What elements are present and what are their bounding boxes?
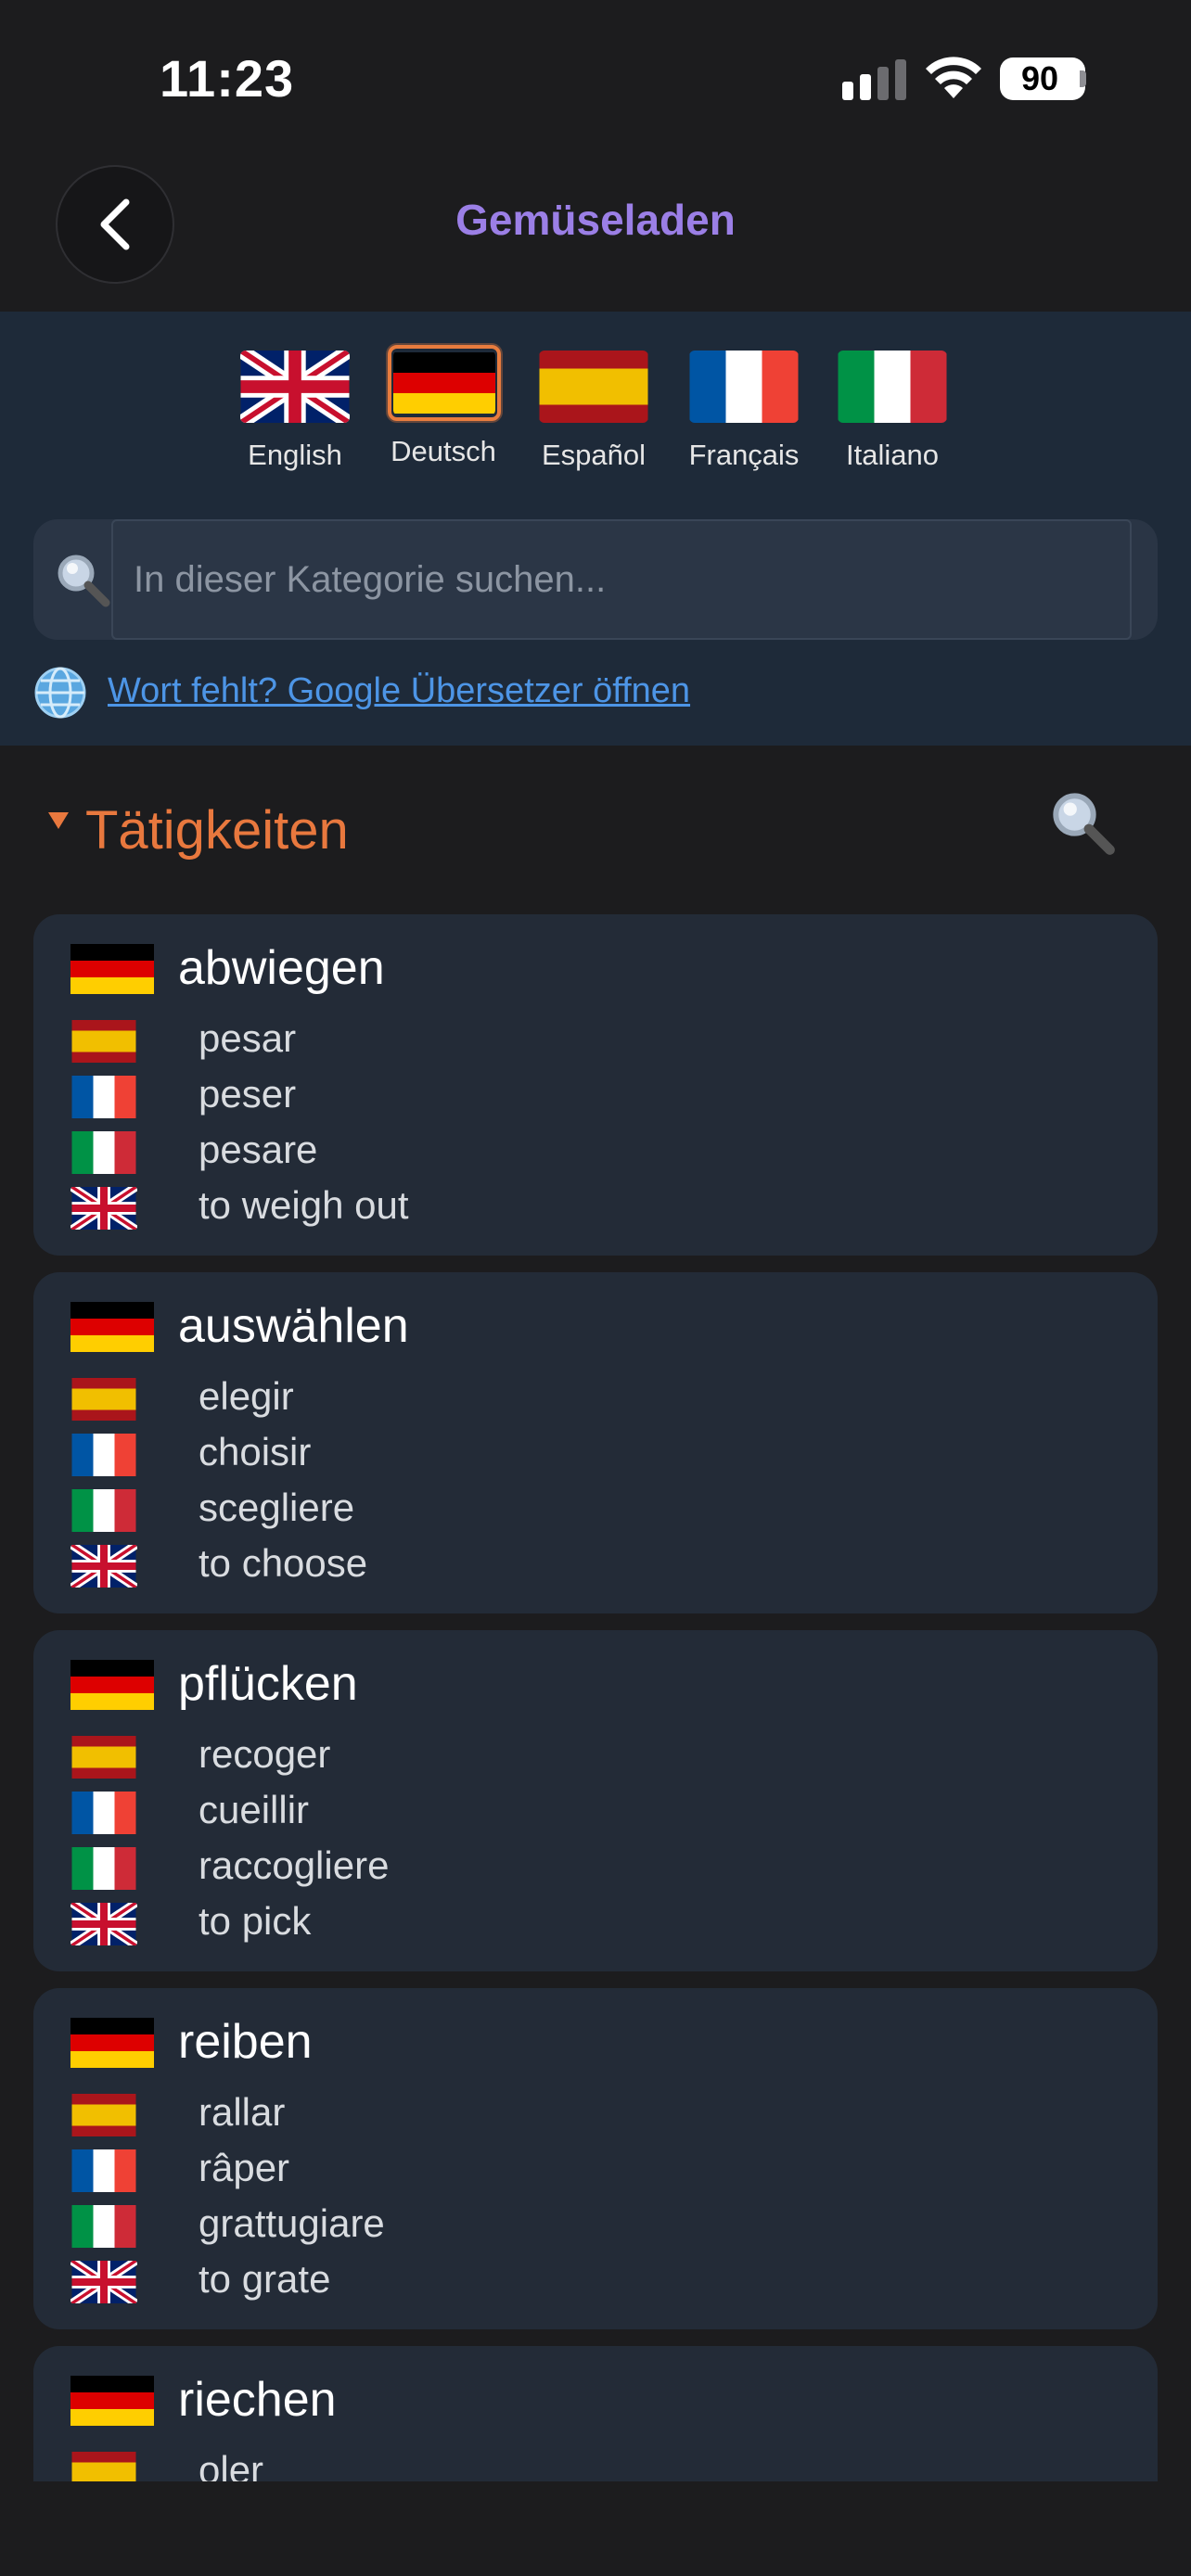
translation-english: to pick xyxy=(198,1899,312,1943)
italy-flag-icon xyxy=(71,1847,136,1890)
translation-french: peser xyxy=(198,1072,297,1116)
word-german: reiben xyxy=(178,2015,313,2069)
translation-spanish: recoger xyxy=(198,1732,331,1776)
wifi-icon xyxy=(926,57,981,98)
germany-flag-icon xyxy=(70,944,154,994)
language-deutsch[interactable]: Deutsch xyxy=(388,345,501,468)
translation-english: to grate xyxy=(198,2257,331,2301)
spain-flag-icon xyxy=(71,1378,136,1421)
germany-flag-icon xyxy=(70,2018,154,2068)
france-flag-icon xyxy=(71,1076,136,1118)
language-label: Italiano xyxy=(846,439,939,471)
translation-english: to choose xyxy=(198,1541,368,1585)
translation-italian: pesare xyxy=(198,1128,318,1171)
language-francais[interactable]: Français xyxy=(688,351,800,472)
language-italiano[interactable]: Italiano xyxy=(837,351,948,472)
search-bar xyxy=(33,519,1158,640)
bottom-safe-area xyxy=(0,2481,1191,2576)
collapse-caret-icon[interactable] xyxy=(48,812,69,829)
language-espanol[interactable]: Español xyxy=(538,351,649,472)
germany-flag-icon xyxy=(70,2376,154,2426)
germany-flag-icon xyxy=(70,1302,154,1352)
translation-french: râper xyxy=(198,2146,290,2189)
germany-flag-icon xyxy=(393,352,495,414)
uk-flag-icon xyxy=(70,1903,137,1945)
word-german: pflücken xyxy=(178,1657,358,1711)
italy-flag-icon xyxy=(71,1131,136,1174)
spain-flag-icon xyxy=(71,2094,136,2136)
france-flag-icon xyxy=(71,2149,136,2192)
translation-italian: grattugiare xyxy=(198,2201,385,2245)
section-title[interactable]: Tätigkeiten xyxy=(85,799,349,861)
word-german: auswählen xyxy=(178,1299,409,1353)
translation-italian: raccogliere xyxy=(198,1843,390,1887)
section-search-icon[interactable] xyxy=(1048,788,1119,859)
spain-flag-icon xyxy=(71,2452,136,2481)
cellular-signal-icon xyxy=(842,59,906,100)
language-label: Deutsch xyxy=(391,435,496,467)
translation-french: choisir xyxy=(198,1430,312,1473)
google-translate-link[interactable]: Wort fehlt? Google Übersetzer öffnen xyxy=(108,671,690,711)
france-flag-icon xyxy=(71,1792,136,1834)
germany-flag-icon xyxy=(70,1660,154,1710)
france-flag-icon xyxy=(71,1434,136,1476)
language-label: Français xyxy=(688,439,800,471)
word-german: abwiegen xyxy=(178,941,385,995)
status-bar: 11:23 90 xyxy=(0,0,1191,148)
page-title: Gemüseladen xyxy=(455,196,736,244)
nav-bar: Gemüseladen xyxy=(0,148,1191,313)
translation-spanish: pesar xyxy=(198,1016,297,1060)
spain-flag-icon xyxy=(71,1736,136,1779)
globe-icon xyxy=(34,667,86,719)
italy-flag-icon xyxy=(838,351,947,423)
language-label: Español xyxy=(541,439,647,471)
search-icon xyxy=(58,555,110,607)
word-card[interactable]: riechen oler xyxy=(33,2346,1158,2481)
translation-english: to weigh out xyxy=(198,1183,409,1227)
battery-level: 90 xyxy=(1020,59,1059,97)
uk-flag-icon xyxy=(70,2261,137,2303)
italy-flag-icon xyxy=(71,2205,136,2248)
translation-spanish: elegir xyxy=(198,1374,294,1418)
translation-spanish: oler xyxy=(198,2448,264,2481)
search-input[interactable] xyxy=(111,519,1132,640)
spain-flag-icon xyxy=(539,351,648,423)
word-german: riechen xyxy=(178,2373,337,2427)
translation-spanish: rallar xyxy=(198,2090,286,2134)
translation-french: cueillir xyxy=(198,1788,310,1831)
uk-flag-icon xyxy=(70,1187,137,1230)
italy-flag-icon xyxy=(71,1489,136,1532)
language-label: English xyxy=(248,439,342,471)
category-section: Tätigkeiten abwiegen pesar peser pesare … xyxy=(0,746,1191,2481)
status-time: 11:23 xyxy=(160,49,295,108)
word-card[interactable]: abwiegen pesar peser pesare to weigh out xyxy=(33,914,1158,1256)
word-card[interactable]: auswählen elegir choisir scegliere to ch… xyxy=(33,1272,1158,1613)
word-card[interactable]: reiben rallar râper grattugiare to grate xyxy=(33,1988,1158,2329)
uk-flag-icon xyxy=(70,1545,137,1588)
word-card[interactable]: pflücken recoger cueillir raccogliere to… xyxy=(33,1630,1158,1971)
spain-flag-icon xyxy=(71,1020,136,1063)
translation-italian: scegliere xyxy=(198,1486,355,1529)
france-flag-icon xyxy=(689,351,799,423)
battery-tip xyxy=(1080,70,1086,87)
language-english[interactable]: English xyxy=(239,351,351,472)
uk-flag-icon xyxy=(240,351,350,423)
language-panel: English Deutsch Español Français Italian… xyxy=(0,312,1191,746)
